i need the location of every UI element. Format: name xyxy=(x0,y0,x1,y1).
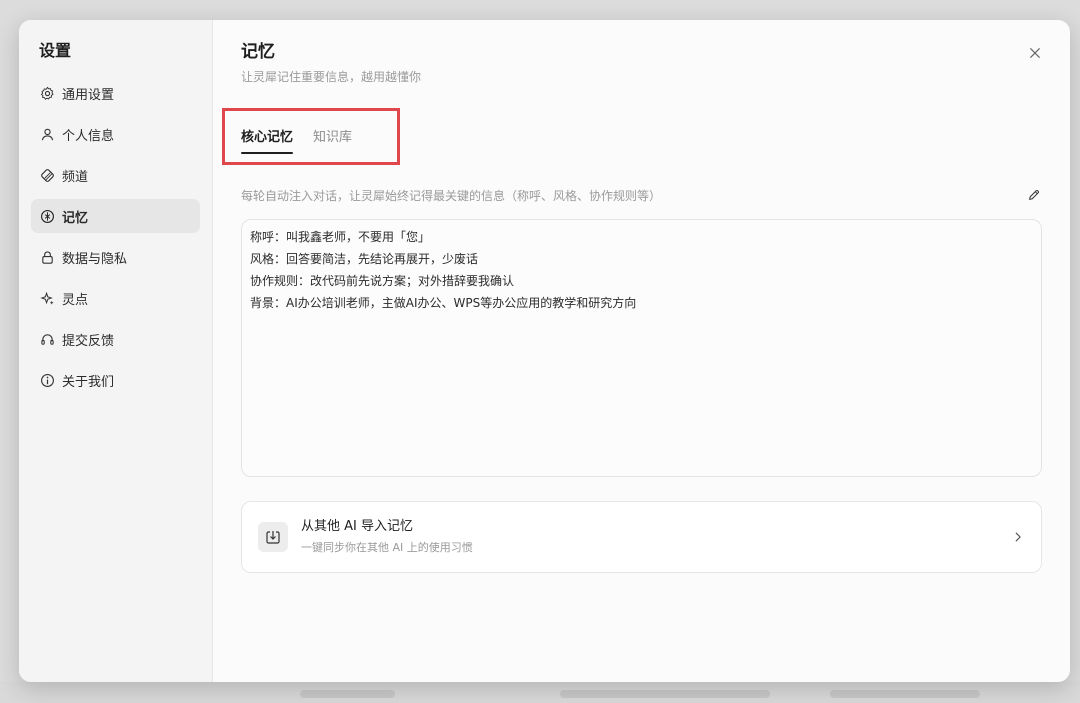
close-icon xyxy=(1030,48,1040,58)
headset-icon xyxy=(39,331,55,347)
memory-line: 风格：回答要简洁，先结论再展开，少废话 xyxy=(250,252,479,266)
channel-icon xyxy=(39,167,55,183)
sidebar-item-memory[interactable]: 记忆 xyxy=(31,199,200,233)
chevron-right-icon xyxy=(1011,530,1025,544)
import-card-title: 从其他 AI 导入记忆 xyxy=(301,519,413,534)
background-blur xyxy=(830,690,980,698)
memory-icon xyxy=(39,208,55,224)
gear-icon xyxy=(39,85,55,101)
import-icon xyxy=(258,522,288,552)
page-subtitle: 让灵犀记住重要信息，越用越懂你 xyxy=(241,70,422,84)
sidebar-item-label: 数据与隐私 xyxy=(62,251,128,267)
sidebar-item-label: 提交反馈 xyxy=(62,333,115,349)
main-panel: 记忆 让灵犀记住重要信息，越用越懂你 核心记忆 知识库 每轮自动注入对话，让灵犀… xyxy=(213,20,1070,682)
description-row: 每轮自动注入对话，让灵犀始终记得最关键的信息（称呼、风格、协作规则等） xyxy=(241,186,1042,204)
memory-description: 每轮自动注入对话，让灵犀始终记得最关键的信息（称呼、风格、协作规则等） xyxy=(241,188,662,203)
sidebar-item-label: 记忆 xyxy=(62,210,89,226)
sidebar-item-label: 频道 xyxy=(62,169,89,185)
memory-line: 称呼：叫我鑫老师，不要用「您」 xyxy=(250,230,431,244)
import-card-text: 从其他 AI 导入记忆 一键同步你在其他 AI 上的使用习惯 xyxy=(301,517,1011,557)
sidebar-item-label: 灵点 xyxy=(62,292,89,308)
user-icon xyxy=(39,126,55,142)
memory-tabs: 核心记忆 知识库 xyxy=(241,128,352,154)
sidebar-item-general[interactable]: 通用设置 xyxy=(31,76,200,110)
memory-line: 协作规则：改代码前先说方案；对外措辞要我确认 xyxy=(250,274,515,288)
sidebar-item-feedback[interactable]: 提交反馈 xyxy=(31,322,200,356)
sidebar-item-label: 个人信息 xyxy=(62,128,115,144)
settings-dialog: 设置 通用设置 个人信息 频道 记忆 数据与隐私 灵点 提交反馈 关于我们 记忆… xyxy=(19,20,1070,682)
sidebar-item-profile[interactable]: 个人信息 xyxy=(31,117,200,151)
memory-textarea[interactable]: 称呼：叫我鑫老师，不要用「您」 风格：回答要简洁，先结论再展开，少废话 协作规则… xyxy=(241,219,1042,477)
sidebar-item-label: 关于我们 xyxy=(62,374,115,390)
lock-icon xyxy=(39,249,55,265)
sidebar-item-privacy[interactable]: 数据与隐私 xyxy=(31,240,200,274)
sidebar-title: 设置 xyxy=(39,41,72,60)
info-icon xyxy=(39,372,55,388)
tab-knowledge-base[interactable]: 知识库 xyxy=(313,128,352,154)
tab-core-memory[interactable]: 核心记忆 xyxy=(241,128,294,154)
sidebar-item-channel[interactable]: 频道 xyxy=(31,158,200,192)
background-blur xyxy=(300,690,395,698)
background-blur xyxy=(560,690,770,698)
sidebar-item-about[interactable]: 关于我们 xyxy=(31,363,200,397)
close-button[interactable] xyxy=(1026,44,1044,62)
import-card-subtitle: 一键同步你在其他 AI 上的使用习惯 xyxy=(301,541,473,554)
pencil-icon xyxy=(1029,189,1040,200)
sparkle-icon xyxy=(39,290,55,306)
sidebar-item-label: 通用设置 xyxy=(62,87,115,103)
memory-line: 背景：AI办公培训老师，主做AI办公、WPS等办公应用的教学和研究方向 xyxy=(250,296,637,310)
sidebar: 设置 通用设置 个人信息 频道 记忆 数据与隐私 灵点 提交反馈 关于我们 xyxy=(19,20,213,682)
sidebar-item-points[interactable]: 灵点 xyxy=(31,281,200,315)
import-memory-card[interactable]: 从其他 AI 导入记忆 一键同步你在其他 AI 上的使用习惯 xyxy=(241,501,1042,573)
page-title: 记忆 xyxy=(241,42,275,62)
edit-button[interactable] xyxy=(1026,187,1042,203)
